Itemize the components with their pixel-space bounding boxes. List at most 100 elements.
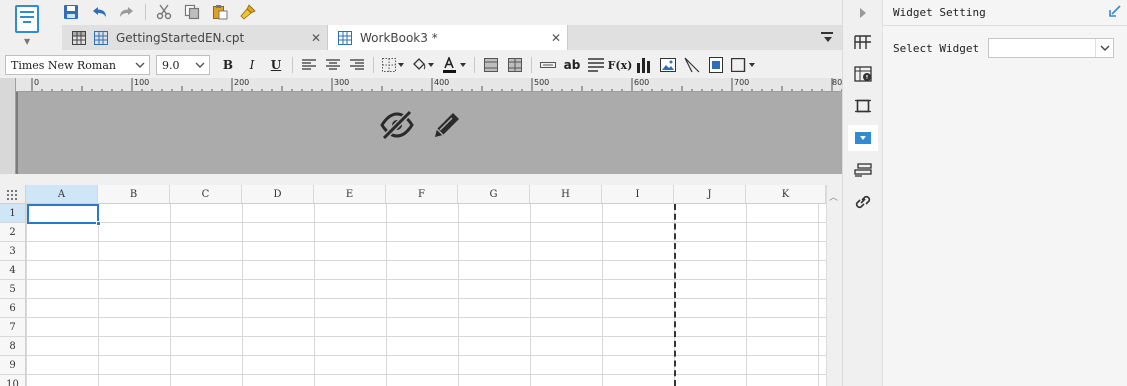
insert-chart-button[interactable] xyxy=(632,54,656,76)
column-header-d[interactable]: D xyxy=(242,185,314,204)
chevron-down-icon: ▼ xyxy=(24,37,31,46)
report-grid-icon xyxy=(338,30,352,45)
cell-element-panel-button[interactable] xyxy=(848,29,878,55)
row-label: 10 xyxy=(6,378,19,386)
merge-cells-icon xyxy=(484,58,498,72)
active-cell-a1[interactable] xyxy=(27,204,99,224)
ruler-label: 0 xyxy=(34,78,40,87)
row-header-7[interactable]: 7 xyxy=(0,318,26,337)
column-header-b[interactable]: B xyxy=(98,185,170,204)
insert-image-button[interactable] xyxy=(656,54,680,76)
row-header-8[interactable]: 8 xyxy=(0,337,26,356)
spreadsheet-grid[interactable]: A B C D E F G H I J K 1 2 3 4 5 6 7 8 9 … xyxy=(0,185,826,386)
tab-list-menu-button[interactable] xyxy=(820,30,834,44)
insert-subreport-button[interactable] xyxy=(704,54,728,76)
row-header-3[interactable]: 3 xyxy=(0,242,26,261)
condition-attribute-panel-button[interactable] xyxy=(848,157,878,183)
undo-button[interactable] xyxy=(86,0,112,24)
widget-dropdown-icon xyxy=(855,132,871,144)
bar-chart-icon xyxy=(637,58,650,73)
column-header-e[interactable]: E xyxy=(314,185,386,204)
align-center-icon xyxy=(326,59,340,70)
hyperlink-panel-button[interactable] xyxy=(848,189,878,215)
merge-cells-button[interactable] xyxy=(479,54,503,76)
row-label: 7 xyxy=(9,321,16,333)
expand-panel-button[interactable] xyxy=(848,0,878,26)
font-color-button[interactable] xyxy=(438,54,470,76)
format-painter-icon xyxy=(240,4,256,20)
row-header-10[interactable]: 10 xyxy=(0,375,26,386)
font-size-select[interactable]: 9.0 xyxy=(156,55,210,75)
underline-button[interactable]: U xyxy=(264,54,288,76)
column-header-k[interactable]: K xyxy=(746,185,826,204)
panel-divider xyxy=(883,25,1127,26)
column-header-a[interactable]: A xyxy=(26,185,98,204)
ruler-label: 400 xyxy=(434,78,450,87)
chevron-down-icon xyxy=(1095,39,1113,57)
cut-button[interactable] xyxy=(151,0,177,24)
report-header-area[interactable] xyxy=(16,92,842,174)
fill-color-button[interactable] xyxy=(408,54,438,76)
text-field-button[interactable] xyxy=(536,54,560,76)
column-header-h[interactable]: H xyxy=(530,185,602,204)
widget-setting-panel-button[interactable] xyxy=(848,125,878,151)
formula-button[interactable]: F(x) xyxy=(608,54,633,76)
collapse-panel-button[interactable] xyxy=(1109,5,1121,20)
column-header-j[interactable]: J xyxy=(674,185,746,204)
column-header-f[interactable]: F xyxy=(386,185,458,204)
select-widget-label: Select Widget xyxy=(893,42,980,55)
tab-workbook3[interactable]: WorkBook3 * ✕ xyxy=(328,25,568,50)
row-header-6[interactable]: 6 xyxy=(0,299,26,318)
column-label: G xyxy=(489,188,498,200)
format-painter-button[interactable] xyxy=(235,0,261,24)
tab-gettingstarted[interactable]: GettingStartedEN.cpt ✕ xyxy=(62,25,328,50)
row-label: 2 xyxy=(9,226,16,238)
italic-button[interactable]: I xyxy=(240,54,264,76)
vertical-scrollbar[interactable] xyxy=(826,185,842,386)
cell-border-style-button[interactable] xyxy=(728,54,758,76)
align-right-icon xyxy=(350,59,364,70)
eye-slash-icon[interactable] xyxy=(380,109,414,143)
pencil-icon[interactable] xyxy=(432,110,462,143)
column-header-g[interactable]: G xyxy=(458,185,530,204)
column-header-c[interactable]: C xyxy=(170,185,242,204)
insert-slash-button[interactable] xyxy=(680,54,704,76)
unmerge-cells-button[interactable] xyxy=(503,54,527,76)
cell-area[interactable] xyxy=(26,204,826,386)
select-all-corner[interactable] xyxy=(0,185,26,204)
tab-label: GettingStartedEN.cpt xyxy=(116,30,245,45)
font-family-select[interactable]: Times New Roman xyxy=(5,55,150,75)
text-wrap-button[interactable]: ab xyxy=(560,54,584,76)
close-icon[interactable]: ✕ xyxy=(551,31,561,45)
chevron-up-icon[interactable]: ︿ xyxy=(829,190,838,203)
app-menu-button[interactable]: ▼ xyxy=(0,0,58,50)
save-button[interactable] xyxy=(58,0,84,24)
column-header-i[interactable]: I xyxy=(602,185,674,204)
row-header-5[interactable]: 5 xyxy=(0,280,26,299)
align-center-button[interactable] xyxy=(321,54,345,76)
column-label: J xyxy=(707,188,712,200)
row-header-9[interactable]: 9 xyxy=(0,356,26,375)
chevron-down-icon xyxy=(195,62,205,68)
border-button[interactable] xyxy=(378,54,408,76)
align-right-button[interactable] xyxy=(345,54,369,76)
row-header-1[interactable]: 1 xyxy=(0,204,26,223)
select-widget-dropdown[interactable] xyxy=(988,38,1114,58)
cell-attribute-panel-button[interactable] xyxy=(848,61,878,87)
grid-dots-icon xyxy=(7,190,17,200)
ruler-label: 80 xyxy=(832,78,842,87)
redo-button[interactable] xyxy=(114,0,140,24)
align-left-button[interactable] xyxy=(297,54,321,76)
copy-button[interactable] xyxy=(179,0,205,24)
row-header-2[interactable]: 2 xyxy=(0,223,26,242)
bold-button[interactable]: B xyxy=(216,54,240,76)
text-field-icon xyxy=(540,62,556,68)
row-header-4[interactable]: 4 xyxy=(0,261,26,280)
float-element-panel-button[interactable] xyxy=(848,93,878,119)
text-ab-label: ab xyxy=(563,58,581,72)
paste-button[interactable] xyxy=(207,0,233,24)
close-icon[interactable]: ✕ xyxy=(311,31,321,45)
ruler-label: 700 xyxy=(734,78,750,87)
line-spacing-button[interactable] xyxy=(584,54,608,76)
fill-handle[interactable] xyxy=(96,221,101,226)
